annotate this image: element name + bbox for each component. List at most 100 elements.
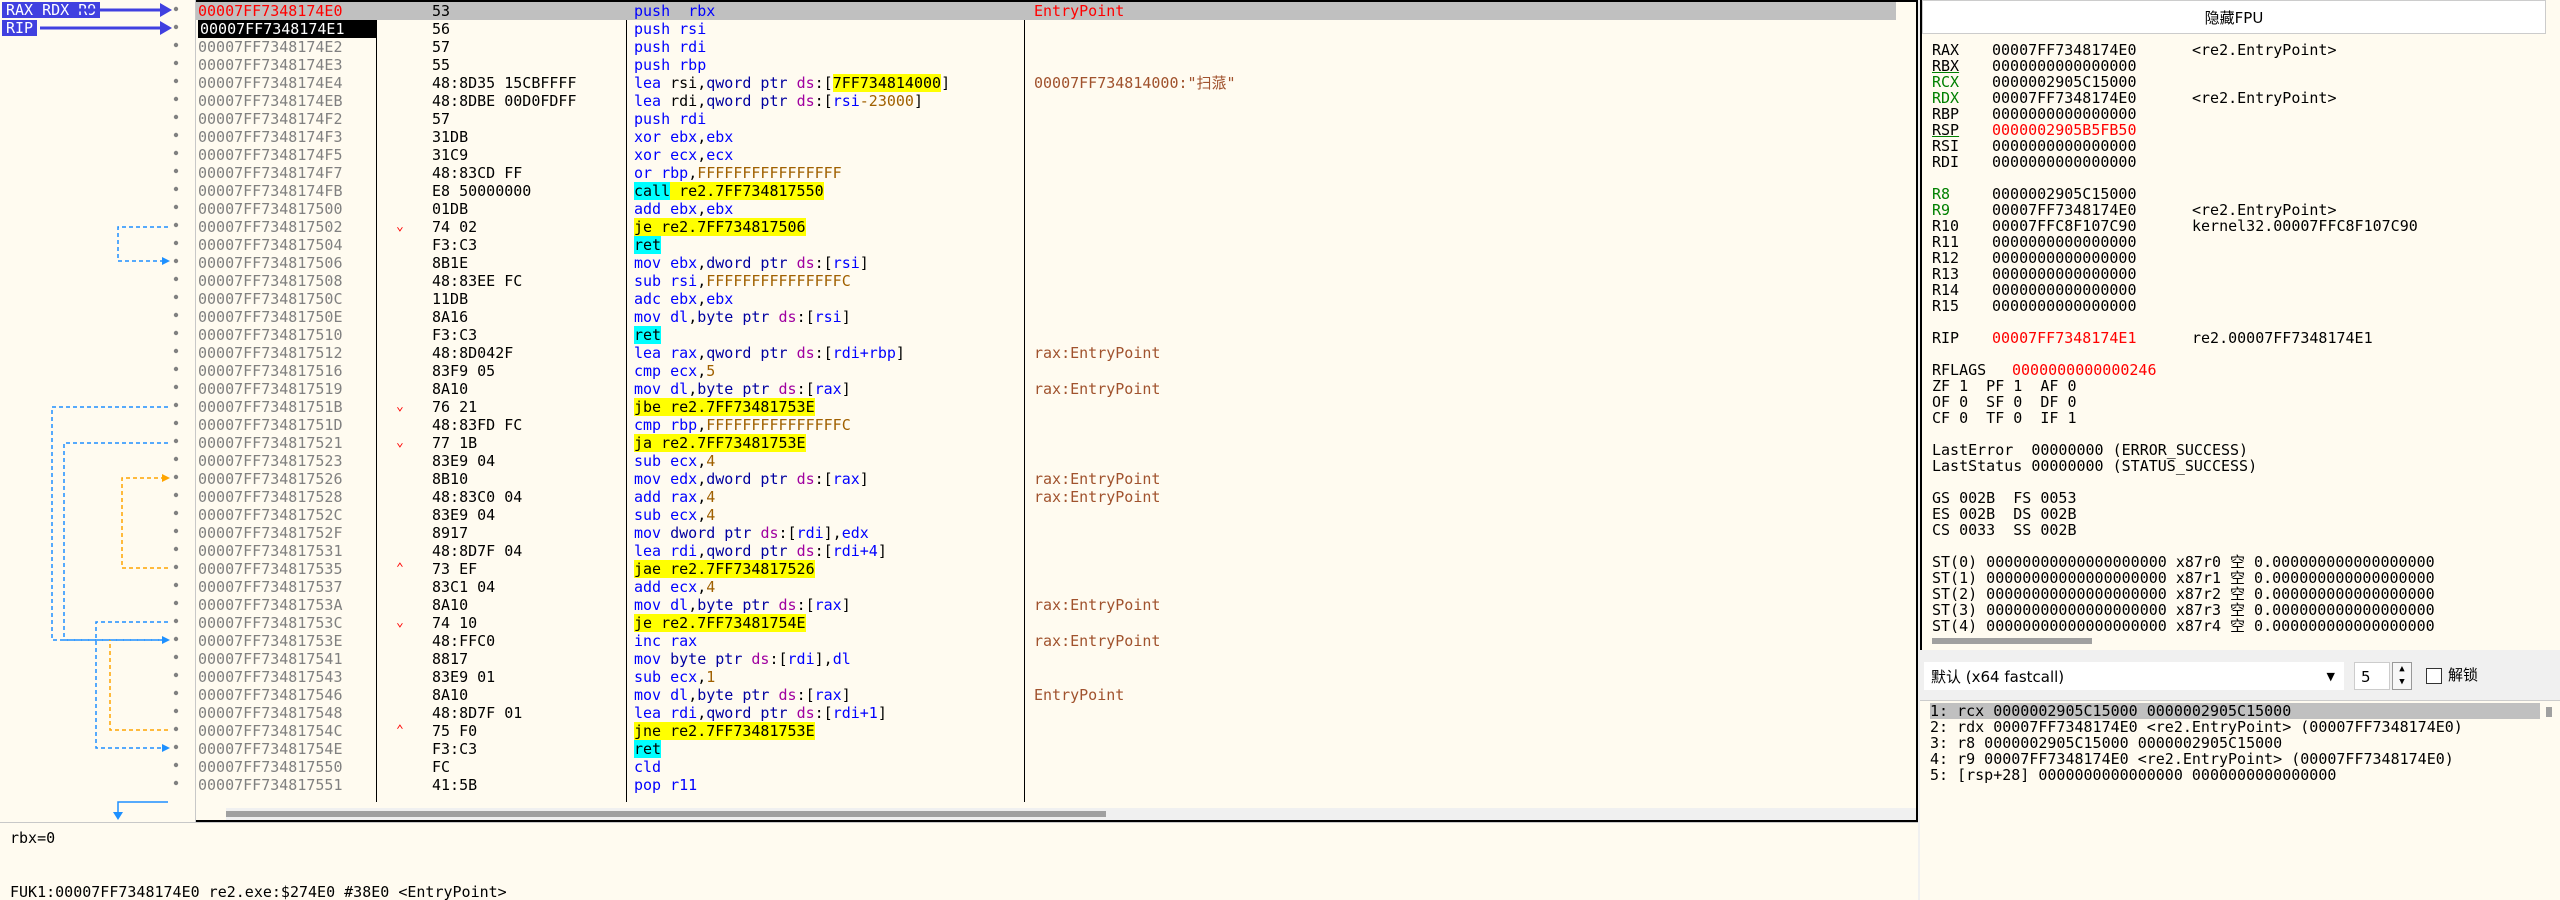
disasm-row[interactable]: 00007FF734817504 F3:C3 ret [196, 236, 1896, 254]
flags-row[interactable]: CF 0 TF 0 IF 1 [1932, 410, 2077, 426]
breakpoint-dot[interactable] [173, 690, 179, 696]
breakpoint-dot[interactable] [173, 492, 179, 498]
breakpoint-dot[interactable] [173, 168, 179, 174]
register-row[interactable]: RSP 0000002905B5FB50 [1932, 122, 2192, 138]
register-row[interactable]: R8 0000002905C15000 [1932, 186, 2192, 202]
breakpoint-dot[interactable] [173, 726, 179, 732]
register-value[interactable]: 0000000000000000 [1992, 282, 2192, 298]
breakpoint-dot[interactable] [173, 348, 179, 354]
disasm-row[interactable]: 00007FF734817508 48:83EE FC sub rsi,FFFFFF… [196, 272, 1896, 290]
register-row[interactable]: RIP 00007FF7348174E1 re2.00007FF7348174E1 [1932, 330, 2373, 346]
fpu-row[interactable]: ST(2) 00000000000000000000 x87r2 空 0.000… [1932, 586, 2435, 602]
breakpoint-dot[interactable] [173, 24, 179, 30]
disasm-row[interactable]: 00007FF734817500 01DB add ebx,ebx [196, 200, 1896, 218]
flags-row[interactable]: OF 0 SF 0 DF 0 [1932, 394, 2077, 410]
register-value[interactable]: 0000002905C15000 [1992, 186, 2192, 202]
disasm-row[interactable]: 00007FF734817531 48:8D7F 04 lea rdi,qword … [196, 542, 1896, 560]
breakpoint-dot[interactable] [173, 384, 179, 390]
breakpoint-dot[interactable] [173, 528, 179, 534]
disasm-row[interactable]: 00007FF734817550 FC cld [196, 758, 1896, 776]
breakpoint-dot[interactable] [173, 312, 179, 318]
argument-row[interactable]: 4: r9 00007FF7348174E0 <re2.EntryPoint> … [1930, 751, 2454, 767]
disasm-row[interactable]: 00007FF734817543 83E9 01 sub ecx,1 [196, 668, 1896, 686]
disasm-row[interactable]: 00007FF73481753C ⌄ 74 10 je re2.7FF73481754… [196, 614, 1896, 632]
register-row[interactable]: R14 0000000000000000 [1932, 282, 2192, 298]
breakpoint-dot[interactable] [173, 330, 179, 336]
disasm-row[interactable]: 00007FF73481754C ⌃ 75 F0 jne re2.7FF7348175… [196, 722, 1896, 740]
breakpoint-dot[interactable] [173, 564, 179, 570]
disasm-row[interactable]: 00007FF73481750E 8A16 mov dl,byte ptr ds:[… [196, 308, 1896, 326]
disasm-row[interactable]: 00007FF73481753A 8A10 mov dl,byte ptr ds:[… [196, 596, 1896, 614]
disasm-row[interactable]: 00007FF734817512 48:8D042F lea rax,qword p… [196, 344, 1896, 362]
arg-count-spinner[interactable]: ▲ ▼ [2392, 662, 2412, 690]
fpu-row[interactable]: ST(4) 00000000000000000000 x87r4 空 0.000… [1932, 618, 2435, 634]
register-value[interactable]: 00007FF7348174E0 [1992, 202, 2192, 218]
register-value[interactable]: 0000000000000000 [1992, 250, 2192, 266]
disasm-row[interactable]: 00007FF73481751B ⌄ 76 21 jbe re2.7FF7348175… [196, 398, 1896, 416]
breakpoint-dot[interactable] [173, 42, 179, 48]
breakpoint-dot[interactable] [173, 672, 179, 678]
args-vertical-scrollbar[interactable] [2542, 701, 2556, 900]
arg-count-input[interactable]: 5 [2354, 662, 2390, 690]
register-value[interactable]: 0000002905B5FB50 [1992, 122, 2192, 138]
disasm-row[interactable]: 00007FF73481751D 48:83FD FC cmp rbp,FFFFFF… [196, 416, 1896, 434]
breakpoint-dot[interactable] [173, 546, 179, 552]
register-value[interactable]: 0000000000000000 [1992, 106, 2192, 122]
disasm-row[interactable]: 00007FF7348174F3 31DB xor ebx,ebx [196, 128, 1896, 146]
disasm-row[interactable]: 00007FF734817535 ⌃ 73 EF jae re2.7FF7348175… [196, 560, 1896, 578]
register-row[interactable]: R10 00007FFC8F107C90 kernel32.00007FFC8F10… [1932, 218, 2418, 234]
flags-row[interactable]: ZF 1 PF 1 AF 0 [1932, 378, 2077, 394]
breakpoint-dot[interactable] [173, 438, 179, 444]
disasm-row[interactable]: 00007FF734817516 83F9 05 cmp ecx,5 [196, 362, 1896, 380]
disassembly-view[interactable]: 00007FF7348174E0 53 push rbx EntryPoint 0000… [196, 0, 1918, 822]
disasm-row[interactable]: 00007FF734817506 8B1E mov ebx,dword ptr ds… [196, 254, 1896, 272]
argument-row[interactable]: 2: rdx 00007FF7348174E0 <re2.EntryPoint>… [1930, 719, 2463, 735]
register-value[interactable]: 0000000000000000 [1992, 138, 2192, 154]
register-value[interactable]: 0000000000000000 [1992, 234, 2192, 250]
register-value[interactable]: 00007FF7348174E0 [1992, 90, 2192, 106]
disasm-row[interactable]: 00007FF734817523 83E9 04 sub ecx,4 [196, 452, 1896, 470]
disasm-row[interactable]: 00007FF734817537 83C1 04 add ecx,4 [196, 578, 1896, 596]
breakpoint-dot[interactable] [173, 294, 179, 300]
registers-horizontal-scrollbar[interactable] [1932, 636, 2540, 646]
fpu-row[interactable]: ST(1) 00000000000000000000 x87r1 空 0.000… [1932, 570, 2435, 586]
register-row[interactable]: RBX 0000000000000000 [1932, 58, 2192, 74]
breakpoint-dot[interactable] [173, 474, 179, 480]
register-row[interactable]: RDX 00007FF7348174E0 <re2.EntryPoint> [1932, 90, 2337, 106]
disasm-row[interactable]: 00007FF734817519 8A10 mov dl,byte ptr ds:[… [196, 380, 1896, 398]
register-row[interactable]: RBP 0000000000000000 [1932, 106, 2192, 122]
register-value[interactable]: 0000000000000000 [1992, 154, 2192, 170]
disasm-row[interactable]: 00007FF7348174E1 56 push rsi [196, 20, 1896, 38]
register-row[interactable]: R12 0000000000000000 [1932, 250, 2192, 266]
fpu-row[interactable]: ST(3) 00000000000000000000 x87r3 空 0.000… [1932, 602, 2435, 618]
breakpoint-dot[interactable] [173, 654, 179, 660]
register-value[interactable]: 0000000000000000 [1992, 58, 2192, 74]
rflags-row[interactable]: RFLAGS 0000000000000246 [1932, 362, 2157, 378]
register-value[interactable]: 0000000000000000 [1992, 266, 2192, 282]
registers-panel[interactable]: 隐藏FPU RAX 00007FF7348174E0 <re2.EntryPoint… [1920, 0, 2560, 650]
register-value[interactable]: 00007FF7348174E0 [1992, 42, 2192, 58]
disasm-row[interactable]: 00007FF734817510 F3:C3 ret [196, 326, 1896, 344]
disasm-row[interactable]: 00007FF734817521 ⌄ 77 1B ja re2.7FF73481753… [196, 434, 1896, 452]
disasm-row[interactable]: 00007FF73481754E F3:C3 ret [196, 740, 1896, 758]
breakpoint-dot[interactable] [173, 78, 179, 84]
register-row[interactable]: R13 0000000000000000 [1932, 266, 2192, 282]
register-row[interactable]: R15 0000000000000000 [1932, 298, 2192, 314]
breakpoint-dot[interactable] [173, 582, 179, 588]
disasm-row[interactable]: 00007FF7348174E4 48:8D35 15CBFFFF lea rsi,… [196, 74, 1896, 92]
breakpoint-dot[interactable] [173, 366, 179, 372]
argument-row[interactable]: 5: [rsp+28] 0000000000000000 00000000000… [1930, 767, 2336, 783]
disasm-row[interactable]: 00007FF7348174E3 55 push rbp [196, 56, 1896, 74]
breakpoint-dot[interactable] [173, 276, 179, 282]
disasm-row[interactable]: 00007FF734817551 41:5B pop r11 [196, 776, 1896, 794]
disasm-row[interactable]: 00007FF7348174F7 48:83CD FF or rbp,FFFFFFF… [196, 164, 1896, 182]
disasm-row[interactable]: 00007FF73481753E 48:FFC0 inc rax rax:EntryP… [196, 632, 1896, 650]
register-value[interactable]: 0000002905C15000 [1992, 74, 2192, 90]
breakpoint-dot[interactable] [173, 600, 179, 606]
segment-row[interactable]: CS 0033 SS 002B [1932, 522, 2077, 538]
breakpoint-dot[interactable] [173, 780, 179, 786]
call-arguments-panel[interactable]: 1: rcx 0000002905C15000 0000002905C15000… [1920, 700, 2560, 900]
disasm-row[interactable]: 00007FF7348174E0 53 push rbx EntryPoint [196, 2, 1896, 20]
breakpoint-dot[interactable] [173, 186, 179, 192]
register-row[interactable]: RCX 0000002905C15000 [1932, 74, 2192, 90]
